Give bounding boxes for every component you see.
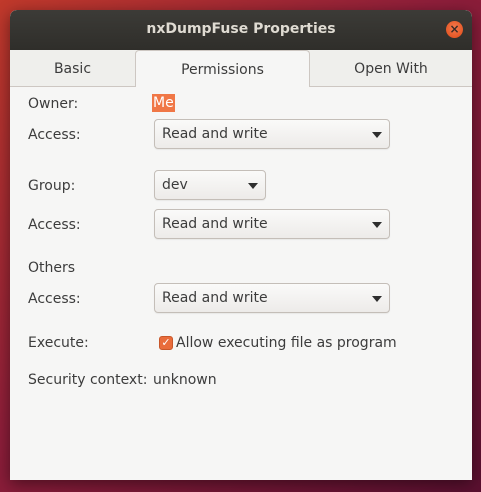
others-access-value: Read and write [162, 290, 268, 306]
group-access-value: Read and write [162, 216, 268, 232]
chevron-down-icon [372, 222, 382, 228]
window-title: nxDumpFuse Properties [146, 21, 336, 37]
security-context-value: unknown [153, 372, 217, 388]
close-button[interactable]: × [446, 21, 463, 38]
close-icon: × [449, 22, 460, 36]
group-value: dev [162, 177, 188, 193]
group-access-dropdown[interactable]: Read and write [154, 209, 390, 239]
chevron-down-icon [372, 132, 382, 138]
group-access-label: Access: [28, 217, 81, 233]
execute-label: Execute: [28, 335, 89, 351]
others-heading: Others [28, 260, 76, 276]
chevron-down-icon [372, 296, 382, 302]
tab-open-with[interactable]: Open With [310, 50, 472, 86]
group-label: Group: [28, 178, 76, 194]
owner-value[interactable]: Me [152, 94, 175, 112]
owner-label: Owner: [28, 96, 79, 112]
tab-permissions[interactable]: Permissions [135, 50, 310, 87]
execute-checkbox-label[interactable]: Allow executing file as program [176, 334, 397, 352]
owner-access-label: Access: [28, 127, 81, 143]
chevron-down-icon [248, 183, 258, 189]
others-access-dropdown[interactable]: Read and write [154, 283, 390, 313]
execute-checkbox[interactable]: ✓ [159, 336, 173, 350]
owner-access-dropdown[interactable]: Read and write [154, 119, 390, 149]
group-dropdown[interactable]: dev [154, 170, 266, 200]
properties-dialog: nxDumpFuse Properties × Basic Permission… [10, 10, 472, 480]
checkmark-icon: ✓ [161, 336, 171, 349]
owner-access-value: Read and write [162, 126, 268, 142]
title-bar[interactable]: nxDumpFuse Properties × [10, 10, 472, 50]
others-access-label: Access: [28, 291, 81, 307]
tab-bar: Basic Permissions Open With [10, 50, 472, 87]
tab-basic[interactable]: Basic [10, 50, 135, 86]
security-context-label: Security context: [28, 372, 148, 388]
